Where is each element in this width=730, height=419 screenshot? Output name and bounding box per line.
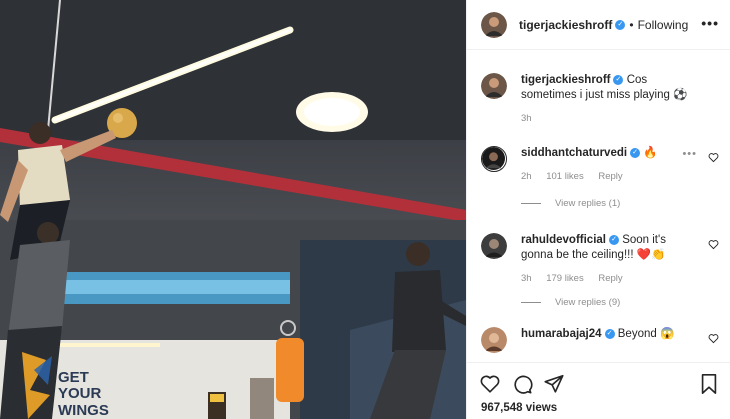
comment-icon[interactable] xyxy=(511,373,533,395)
reply-button[interactable]: Reply xyxy=(598,171,622,182)
caption-avatar[interactable] xyxy=(481,73,507,99)
wall-sign-line-1: GET xyxy=(58,369,89,386)
share-icon[interactable] xyxy=(543,373,565,395)
view-replies-toggle[interactable]: View replies (1) xyxy=(521,198,620,209)
comment-meta: 3h 179 likes Reply xyxy=(521,271,691,286)
author-avatar[interactable] xyxy=(481,11,507,38)
post-header: tigerjackieshroff ✓ • Following ••• xyxy=(467,0,730,50)
separator-dot: • xyxy=(629,17,634,32)
red-beam xyxy=(0,128,466,222)
comment-username[interactable]: siddhantchaturvedi xyxy=(521,147,627,159)
caption-time: 3h xyxy=(521,113,532,124)
verified-badge-icon: ✓ xyxy=(604,328,615,339)
comment-likes[interactable]: 179 likes xyxy=(546,273,584,284)
video-frame: GET YOUR WINGS xyxy=(0,0,466,419)
comment-like-heart-icon[interactable] xyxy=(708,239,719,250)
post-media[interactable]: GET YOUR WINGS xyxy=(0,0,466,419)
commenter-avatar[interactable] xyxy=(481,233,507,259)
comment-more-icon[interactable]: ••• xyxy=(682,148,697,160)
comment-meta: 2h 101 likes Reply xyxy=(521,169,691,184)
replies-line xyxy=(521,302,541,303)
comment-text: Beyond 😱 xyxy=(617,328,675,340)
comment-body: humarabajaj24 ✓ Beyond 😱 xyxy=(521,327,691,342)
verified-badge-icon: ✓ xyxy=(613,74,624,85)
view-replies-label: View replies (1) xyxy=(555,198,621,209)
caption-body: tigerjackieshroff ✓ Cos sometimes i just … xyxy=(521,73,691,126)
verified-badge-icon: ✓ xyxy=(609,234,619,245)
commenter-avatar[interactable] xyxy=(481,146,507,172)
verified-badge-icon: ✓ xyxy=(615,19,626,30)
wall-sign-line-3: WINGS xyxy=(58,402,109,419)
comment-like-heart-icon[interactable] xyxy=(708,333,719,344)
more-options-icon[interactable]: ••• xyxy=(701,15,719,31)
post-actions: 967,548 views xyxy=(467,362,730,419)
replies-line xyxy=(521,203,541,204)
comment-username[interactable]: rahuldevofficial xyxy=(521,234,606,246)
wall-sign-line-2: YOUR xyxy=(58,385,102,402)
comment-time: 3h xyxy=(521,273,532,284)
commenter-avatar[interactable] xyxy=(481,327,507,353)
author-username[interactable]: tigerjackieshroff xyxy=(519,18,612,32)
comments-list[interactable]: tigerjackieshroff ✓ Cos sometimes i just … xyxy=(467,51,730,361)
comment-like-heart-icon[interactable] xyxy=(708,152,719,163)
following-button[interactable]: Following xyxy=(638,18,689,32)
caption-username[interactable]: tigerjackieshroff xyxy=(521,74,610,86)
comment-body: rahuldevofficial ✓ Soon it's gonna be the… xyxy=(521,233,691,286)
heart-icon[interactable] xyxy=(479,373,501,395)
view-count[interactable]: 967,548 views xyxy=(481,402,557,414)
reply-button[interactable]: Reply xyxy=(598,273,622,284)
bookmark-icon[interactable] xyxy=(699,373,719,395)
verified-badge-icon: ✓ xyxy=(630,147,641,158)
comment-username[interactable]: humarabajaj24 xyxy=(521,328,602,340)
view-replies-label: View replies (9) xyxy=(555,297,621,308)
caption-meta: 3h xyxy=(521,111,691,126)
post-side-panel: tigerjackieshroff ✓ • Following ••• tige… xyxy=(466,0,730,419)
comment-body: siddhantchaturvedi ✓ 🔥 2h 101 likes Reply xyxy=(521,146,691,184)
action-icons xyxy=(479,373,575,395)
comment-likes[interactable]: 101 likes xyxy=(546,171,584,182)
comment-text: 🔥 xyxy=(643,147,658,159)
punching-bag xyxy=(276,338,304,402)
comment-time: 2h xyxy=(521,171,532,182)
view-replies-toggle[interactable]: View replies (9) xyxy=(521,297,620,308)
